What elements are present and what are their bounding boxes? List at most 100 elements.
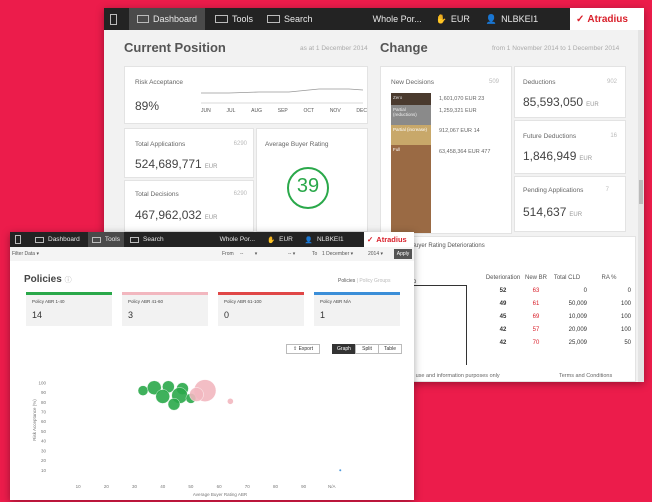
view-table-button[interactable]: Table [378,344,402,354]
scrollbar-thumb[interactable] [639,180,643,204]
deductions-card[interactable]: Deductions 902 85,593,050 EUR [514,66,626,118]
x-axis-label: Average Buyer Rating ABR [193,492,248,497]
hand-icon: ✋ [267,236,276,244]
deductions-label: Deductions [523,79,556,86]
user-label: NLBKEI1 [501,14,539,24]
stack-segment-zero: Zero [391,93,431,105]
table-row[interactable]: 45 69 10,009 100 [481,310,631,323]
future-deductions-card[interactable]: Future Deductions 16 1,846,949 EUR [514,120,626,174]
column-header[interactable]: Deterioration [481,271,525,284]
company-selector[interactable]: Whole Por... [373,14,422,24]
company-selector[interactable]: Whole Por... [220,236,255,243]
y-tick-label: 90 [41,390,47,395]
y-tick-label: 40 [41,439,47,444]
search-icon [130,236,139,243]
filter-data-toggle[interactable]: Filter Data ▾ [12,251,39,257]
tab-buyer-rating-deteriorations[interactable]: Buyer Rating Deteriorations [411,243,485,249]
chart-bubble[interactable] [167,398,181,411]
nav-search[interactable]: Search [130,236,164,243]
search-icon [267,15,281,23]
info-icon[interactable]: ⓘ [65,277,72,284]
risk-acceptance-card[interactable]: Risk Acceptance 89% JUN JUL AUG SEP OCT … [124,66,368,124]
chart-bubble[interactable] [338,468,342,472]
x-tick-label: 20 [104,484,110,489]
column-header[interactable]: New BR [525,271,547,284]
policy-card-label: Policy ABR 61-100 [224,299,262,304]
terms-link[interactable]: Terms and Conditions [559,373,612,379]
link-policies[interactable]: Policies [338,278,355,284]
column-header[interactable]: Total CLD [547,271,587,284]
new-decisions-card[interactable]: New Decisions 509 Zero Partial (reductio… [380,66,512,234]
y-tick-label: 80 [41,400,47,405]
new-decisions-count: 509 [488,79,499,85]
rating-label: Average Buyer Rating [265,141,329,148]
policy-card-value: 0 [224,310,230,320]
policy-card-abr-41-60[interactable]: Policy ABR 41-60 3 [122,292,208,326]
export-button[interactable]: ⇪ Export [286,344,320,354]
link-policy-groups[interactable]: Policy Groups [359,278,390,284]
currency-selector[interactable]: ✋ EUR [267,236,293,244]
user-menu[interactable]: 👤 NLBKEI1 [486,14,538,25]
atradius-logo[interactable]: ✓ Atradius [364,232,414,247]
policies-screenshot: Dashboard Tools Search Whole Por... ✋ EU… [10,232,414,500]
policy-card-label: Policy ABR 1-40 [32,299,65,304]
nav-dashboard[interactable]: Dashboard [129,8,206,30]
chart-bubble[interactable] [227,398,234,405]
menu-icon[interactable] [110,13,117,25]
atradius-logo[interactable]: ✓ Atradius [570,8,644,30]
policy-card-label: Policy ABR N/A [320,299,352,304]
from-select[interactable]: -- ▾ [240,251,257,257]
applications-value: 524,689,771 EUR [135,157,217,171]
to-day-select[interactable]: 1 December ▾ [322,251,353,257]
export-label: Export [298,346,314,352]
decision-row: 63,458,364 EUR 477 [439,149,491,155]
company-label: Whole Por... [219,236,256,243]
y-tick-label: 30 [41,448,47,453]
chart-bubble[interactable] [189,387,204,402]
grid-icon [35,236,44,243]
applications-amount: 524,689,771 [135,157,202,171]
nav-tools[interactable]: Tools [87,232,124,247]
to-year-select[interactable]: 2014 ▾ [368,251,383,257]
month-label: AUG [251,108,262,114]
view-split-button[interactable]: Split [355,344,379,354]
decisions-amount: 467,962,032 [135,208,202,222]
future-deductions-amount: 1,846,949 [523,149,577,163]
menu-icon[interactable] [15,235,21,244]
view-graph-button[interactable]: Graph [332,344,356,354]
table-row[interactable]: 42 57 20,009 100 [481,323,631,336]
policies-title-text: Policies [24,274,62,285]
to-day-value: 1 December [322,251,350,257]
currency-label: EUR [450,14,470,24]
nav-tools[interactable]: Tools [215,14,253,24]
hand-icon: ✋ [435,13,447,24]
decision-row: 1,259,321 EUR [439,108,477,114]
user-menu[interactable]: 👤 NLBKEI1 [305,236,344,244]
scrollbar[interactable] [638,30,644,382]
pending-unit: EUR [569,212,583,218]
policy-card-abr-na[interactable]: Policy ABR N/A 1 [314,292,400,326]
to-select-dash[interactable]: -- ▾ [288,251,295,257]
policy-card-abr-1-40[interactable]: Policy ABR 1-40 14 [26,292,112,326]
month-label: OCT [303,108,315,114]
risk-sparkline [201,88,364,104]
total-decisions-card[interactable]: Total Decisions 6290 467,962,032 EUR [124,180,254,232]
policy-card-abr-61-100[interactable]: Policy ABR 61-100 0 [218,292,304,326]
total-applications-card[interactable]: Total Applications 6290 524,689,771 EUR [124,128,254,178]
chart-bubble[interactable] [137,385,149,396]
deteriorations-table: Deterioration New BR Total CLD RA % 52 63… [481,271,631,349]
policy-card-color-bar [26,292,112,295]
column-header[interactable]: RA % [587,271,631,284]
apply-button[interactable]: Apply [394,249,412,259]
table-row[interactable]: 49 61 50,009 100 [481,297,631,310]
pending-applications-card[interactable]: Pending Applications 7 514,637 EUR [514,176,626,232]
average-buyer-rating-card[interactable]: Average Buyer Rating 39 [256,128,368,232]
chart-bubble[interactable] [155,389,170,404]
currency-selector[interactable]: ✋ EUR [436,14,470,25]
table-row[interactable]: 42 70 25,009 50 [481,336,631,349]
policy-card-value: 14 [32,310,43,320]
table-row[interactable]: 52 63 0 0 [481,284,631,297]
x-tick-label: N/A [328,484,336,489]
nav-search[interactable]: Search [267,14,313,24]
nav-dashboard[interactable]: Dashboard [35,236,80,243]
